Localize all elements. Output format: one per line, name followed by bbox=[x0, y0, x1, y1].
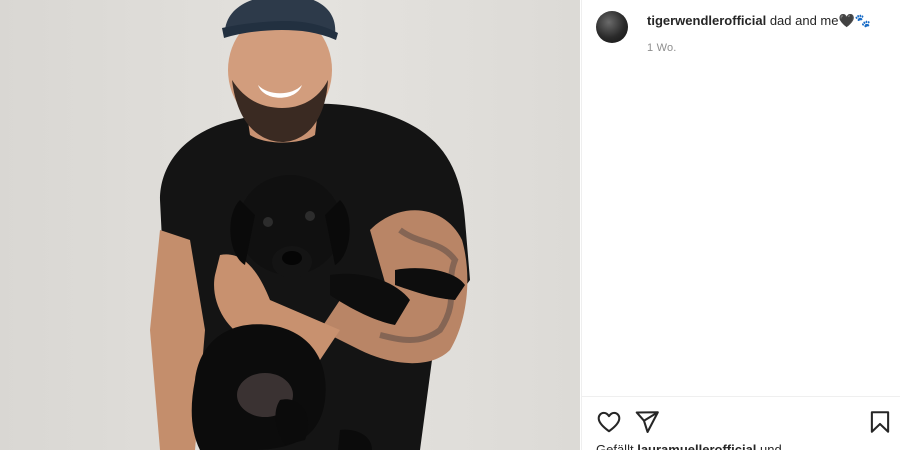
likes-suffix: und bbox=[760, 442, 782, 450]
post-header: tigerwendlerofficial dad and me🖤🐾 1 Wo. bbox=[596, 11, 887, 54]
caption-block: tigerwendlerofficial dad and me🖤🐾 1 Wo. bbox=[647, 13, 887, 54]
action-bar: Gefällt lauramuellerofficial und bbox=[582, 396, 900, 450]
timestamp[interactable]: 1 Wo. bbox=[647, 42, 887, 54]
post-photo bbox=[0, 0, 580, 450]
paper-plane-icon bbox=[635, 411, 659, 433]
likes-user-link[interactable]: lauramuellerofficial bbox=[637, 442, 756, 450]
heart-icon bbox=[597, 411, 621, 433]
like-button[interactable] bbox=[596, 409, 622, 435]
caption-text: dad and me🖤🐾 bbox=[769, 13, 871, 28]
post-sidebar: tigerwendlerofficial dad and me🖤🐾 1 Wo. … bbox=[581, 0, 900, 450]
share-button[interactable] bbox=[634, 409, 660, 435]
likes-text: Gefällt lauramuellerofficial und bbox=[596, 442, 782, 450]
save-button[interactable] bbox=[867, 409, 893, 435]
likes-prefix: Gefällt bbox=[596, 442, 634, 450]
avatar[interactable] bbox=[596, 11, 628, 43]
bookmark-icon bbox=[870, 411, 890, 433]
username-link[interactable]: tigerwendlerofficial bbox=[647, 13, 766, 28]
caption: tigerwendlerofficial dad and me🖤🐾 bbox=[647, 13, 887, 29]
post-image bbox=[150, 0, 470, 450]
